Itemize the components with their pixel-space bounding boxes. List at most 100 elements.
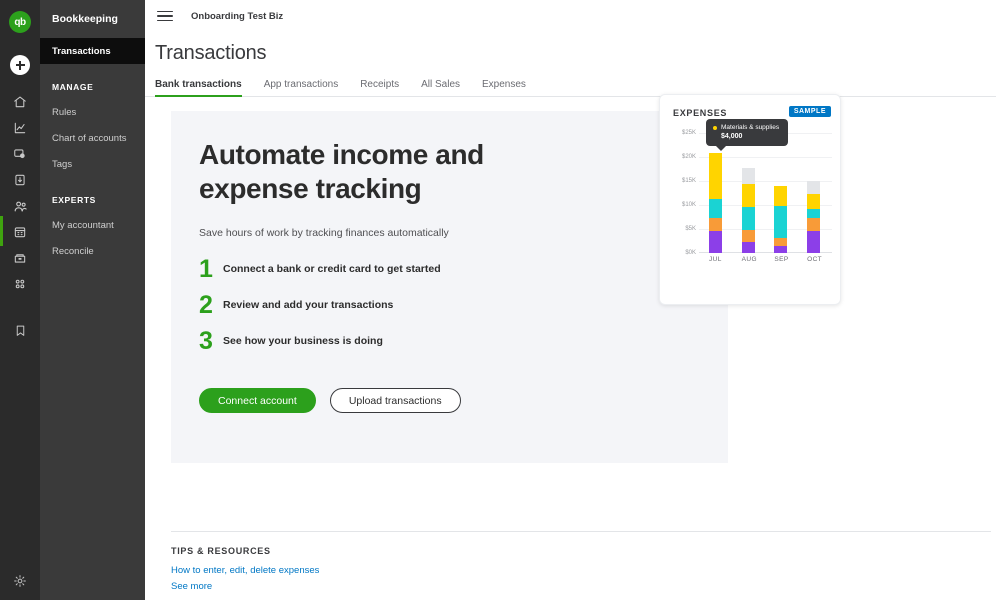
y-axis-tick-label: $15K: [681, 178, 696, 184]
sidebar-item-tags[interactable]: Tags: [40, 151, 145, 177]
chart-bar[interactable]: [708, 153, 722, 253]
x-axis-tick-label: JUL: [708, 256, 722, 263]
sidebar-item-my-accountant[interactable]: My accountant: [40, 212, 145, 238]
tips-and-resources: TIPS & RESOURCES How to enter, edit, del…: [171, 546, 319, 592]
chart-bar-segment: [741, 168, 755, 185]
expenses-chart-card: EXPENSES SAMPLE $0K $5K $10K $15K $20K $25K J…: [659, 94, 841, 305]
connect-account-button[interactable]: Connect account: [199, 388, 316, 413]
sidebar-item-transactions[interactable]: Transactions: [40, 38, 145, 64]
chart-bar-segment: [807, 181, 821, 194]
chart-bar-segment: [807, 193, 821, 210]
chart-bar[interactable]: [774, 185, 788, 253]
tab-bank-transactions[interactable]: Bank transactions: [155, 79, 242, 97]
chart-bar-segment: [708, 153, 722, 199]
button-label: Connect account: [218, 394, 297, 407]
company-name: Onboarding Test Biz: [191, 10, 284, 22]
tips-heading: TIPS & RESOURCES: [171, 546, 271, 556]
tips-link-how-to-enter-expenses[interactable]: How to enter, edit, delete expenses: [171, 565, 319, 576]
chart-bar-segment: [741, 184, 755, 208]
chart-bar-segment: [741, 242, 755, 253]
x-axis-tick-label: OCT: [807, 256, 823, 263]
sidebar-item-label: Reconcile: [52, 245, 94, 257]
upload-transactions-button[interactable]: Upload transactions: [329, 388, 461, 413]
tab-label: Bank transactions: [155, 79, 242, 90]
main-content: Onboarding Test Biz Transactions Bank tr…: [145, 0, 996, 600]
onboarding-hero-panel: Automate income and expense tracking Sav…: [171, 111, 728, 463]
chart-bar-segment: [741, 207, 755, 231]
tab-label: All Sales: [421, 79, 461, 90]
sidebar-item-chart-of-accounts[interactable]: Chart of accounts: [40, 125, 145, 151]
sidebar-item-label: Transactions: [52, 45, 111, 57]
onboarding-step: 2 Review and add your transactions: [199, 287, 441, 323]
tab-receipts[interactable]: Receipts: [360, 79, 399, 96]
chart-bar-segment: [807, 209, 821, 219]
tab-expenses[interactable]: Expenses: [482, 79, 526, 96]
chart-bar-segment: [774, 205, 788, 239]
sidebar-item-label: Tags: [52, 158, 73, 170]
x-axis-tick-label: AUG: [741, 256, 757, 263]
tooltip-label: Materials & supplies: [721, 124, 780, 131]
app-root: qb Bookkeeping Transactions MANAGE Rules…: [0, 0, 996, 600]
bookmark-icon[interactable]: [0, 317, 40, 343]
sidebar-section-manage: MANAGE: [52, 82, 94, 92]
chart-bar-segment: [741, 230, 755, 243]
hero-headline: Automate income and expense tracking: [199, 139, 484, 205]
y-axis-tick-label: $0K: [685, 250, 696, 256]
x-axis-tick-label: SEP: [774, 256, 789, 263]
sample-badge: SAMPLE: [788, 106, 831, 117]
hamburger-icon[interactable]: [157, 10, 173, 22]
top-bar: Onboarding Test Biz: [145, 0, 996, 32]
add-icon[interactable]: [10, 55, 30, 75]
chart-bar-segment: [774, 245, 788, 253]
tooltip-arrow: [716, 146, 726, 151]
chart-bars: [699, 133, 830, 253]
chart-bar-segment: [708, 198, 722, 218]
chart-x-axis: JUL AUG SEP OCT: [699, 256, 830, 263]
chart-bar-segment: [807, 231, 821, 253]
y-axis-tick-label: $10K: [681, 202, 696, 208]
onboarding-step: 3 See how your business is doing: [199, 323, 441, 359]
sidebar-brand: Bookkeeping: [52, 13, 118, 25]
chart-line-icon[interactable]: [0, 115, 40, 141]
chart-bar-segment: [807, 218, 821, 232]
reports-icon[interactable]: [0, 245, 40, 271]
sidebar-section-experts: EXPERTS: [52, 195, 96, 205]
tab-all-sales[interactable]: All Sales: [421, 79, 460, 96]
tab-app-transactions[interactable]: App transactions: [264, 79, 339, 96]
tooltip-value: $4,000: [721, 133, 743, 140]
customers-icon[interactable]: [0, 141, 40, 167]
tab-label: App transactions: [263, 79, 339, 90]
chart-title: EXPENSES: [673, 108, 728, 118]
chart-y-axis: $0K $5K $10K $15K $20K $25K: [672, 130, 698, 256]
quickbooks-logo[interactable]: qb: [9, 11, 31, 33]
chart-tooltip: Materials & supplies $4,000: [706, 119, 788, 151]
apps-grid-icon[interactable]: [0, 271, 40, 297]
chart-bar[interactable]: [807, 181, 821, 253]
sidebar-item-label: Chart of accounts: [52, 132, 127, 144]
tips-link-see-more[interactable]: See more: [171, 581, 319, 592]
sidebar-item-reconcile[interactable]: Reconcile: [40, 238, 145, 264]
cash-flow-icon[interactable]: [0, 167, 40, 193]
hero-actions: Connect account Upload transactions: [199, 388, 461, 413]
sidebar-item-rules[interactable]: Rules: [40, 99, 145, 125]
step-text: Connect a bank or credit card to get sta…: [223, 263, 441, 275]
gear-icon[interactable]: [0, 574, 40, 588]
chart-bar[interactable]: [741, 168, 755, 253]
sidebar: Bookkeeping Transactions MANAGE Rules Ch…: [40, 0, 145, 600]
chart-bar-segment: [708, 230, 722, 253]
onboarding-steps: 1 Connect a bank or credit card to get s…: [199, 251, 441, 359]
step-text: See how your business is doing: [223, 335, 383, 347]
step-number: 1: [199, 254, 213, 283]
tab-label: Expenses: [482, 79, 526, 90]
step-text: Review and add your transactions: [223, 299, 394, 311]
home-icon[interactable]: [0, 89, 40, 115]
chart-bar-segment: [774, 185, 788, 206]
onboarding-step: 1 Connect a bank or credit card to get s…: [199, 251, 441, 287]
people-icon[interactable]: [0, 193, 40, 219]
tips-divider: [171, 531, 991, 532]
tab-bar: Bank transactions App transactions Recei…: [145, 65, 996, 97]
transactions-calendar-icon[interactable]: [0, 216, 40, 246]
button-label: Upload transactions: [348, 394, 442, 407]
tooltip-series-dot: [713, 125, 717, 130]
hero-subheadline: Save hours of work by tracking finances …: [199, 227, 449, 239]
